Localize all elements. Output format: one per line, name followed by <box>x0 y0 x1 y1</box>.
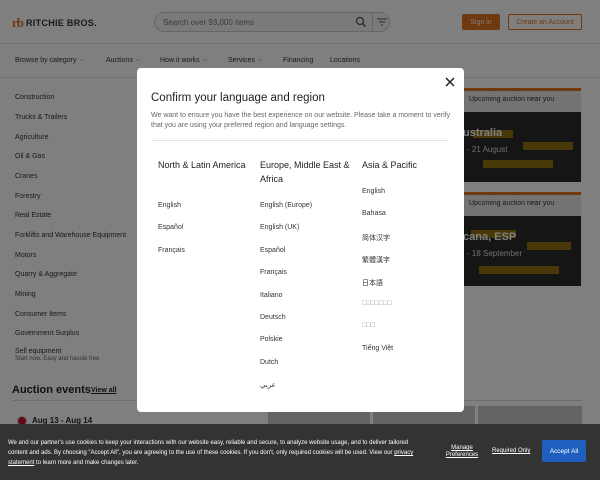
modal-description: We want to ensure you have the best expe… <box>151 112 451 129</box>
language-region-modal: Confirm your language and region We want… <box>137 68 464 412</box>
language-option[interactable]: عربي <box>260 381 276 389</box>
language-option[interactable]: 简体汉字 <box>362 233 390 243</box>
required-only-link[interactable]: Required Only <box>492 448 530 454</box>
language-option[interactable]: Español <box>158 224 183 231</box>
language-option[interactable]: English <box>362 188 385 195</box>
language-option[interactable]: Polskie <box>260 336 283 343</box>
cookie-text: We and our partner's use cookies to keep… <box>8 438 428 468</box>
language-option[interactable]: □□□ <box>362 322 375 329</box>
language-option[interactable]: English <box>158 202 181 209</box>
language-option[interactable]: Deutsch <box>260 314 286 321</box>
language-option[interactable]: Italiano <box>260 292 283 299</box>
language-option[interactable]: English (Europe) <box>260 202 312 209</box>
language-option[interactable]: Español <box>260 247 285 254</box>
modal-title: Confirm your language and region <box>151 92 325 104</box>
language-option[interactable]: Français <box>260 269 287 276</box>
language-option[interactable]: Bahasa <box>362 210 386 217</box>
cookie-banner: We and our partner's use cookies to keep… <box>0 424 600 480</box>
accept-all-button[interactable]: Accept All <box>542 440 586 462</box>
close-icon[interactable] <box>444 76 456 88</box>
language-option[interactable]: Tiếng Việt <box>362 345 393 352</box>
language-option[interactable]: 日本語 <box>362 278 383 288</box>
divider <box>151 140 449 141</box>
language-option[interactable]: □□□□□□□ <box>362 300 392 307</box>
cookie-text-part: to learn more and make changes later. <box>36 460 139 466</box>
region-heading-north-latin-america: North & Latin America <box>158 160 246 170</box>
language-option[interactable]: Dutch <box>260 359 278 366</box>
language-option[interactable]: 繁體漢字 <box>362 255 390 265</box>
region-heading-asia-pacific: Asia & Pacific <box>362 160 418 170</box>
language-option[interactable]: Français <box>158 247 185 254</box>
manage-preferences-link[interactable]: Manage Preferences <box>444 445 480 459</box>
cookie-text-part: We and our partner's use cookies to keep… <box>8 440 409 456</box>
region-heading-europe-mea: Europe, Middle East & Africa <box>260 160 350 184</box>
language-option[interactable]: English (UK) <box>260 224 299 231</box>
